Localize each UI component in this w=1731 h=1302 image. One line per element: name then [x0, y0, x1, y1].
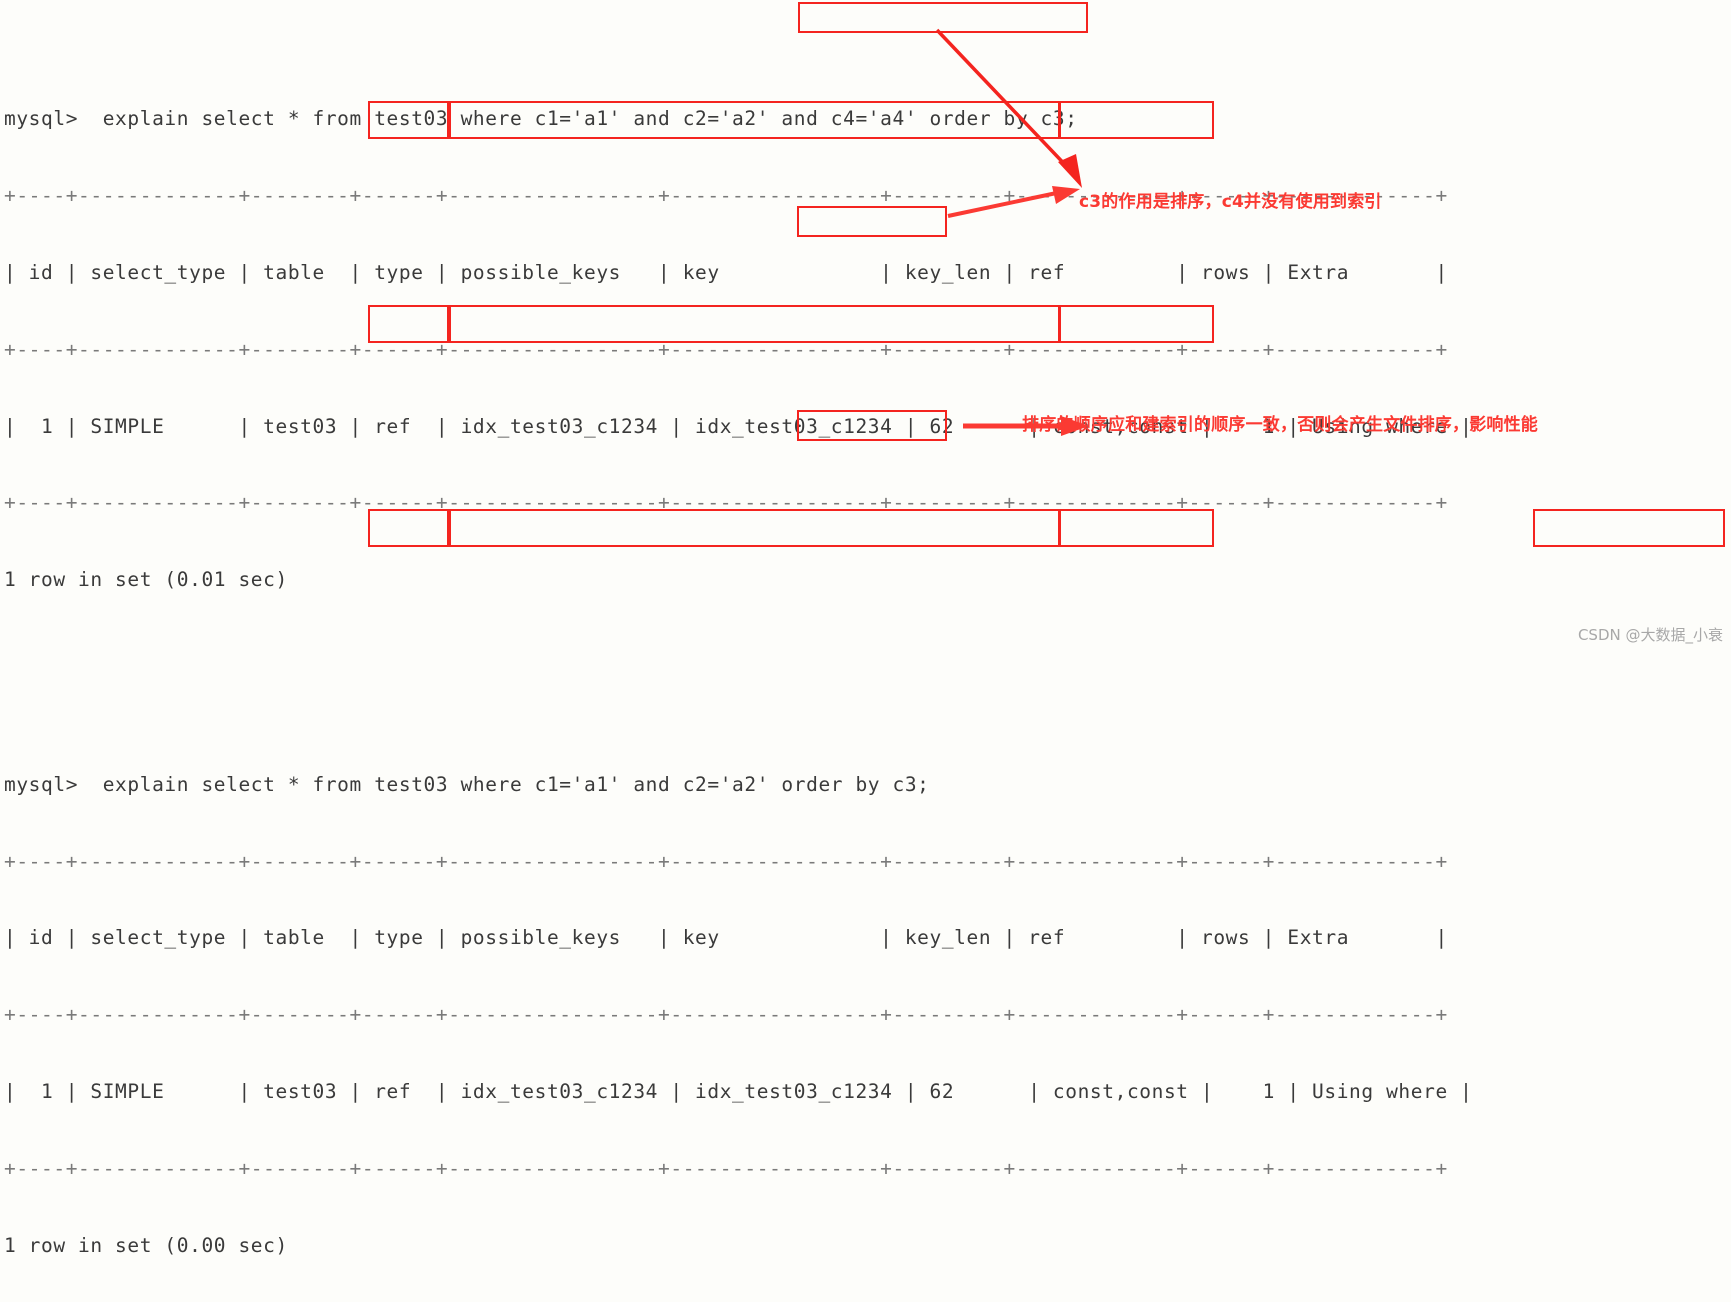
table-separator-top-2: +----+-------------+--------+------+----…	[4, 849, 1448, 873]
result-footer-1: 1 row in set (0.01 sec)	[4, 568, 288, 592]
table-data-row-2: | 1 | SIMPLE | test03 | ref | idx_test03…	[4, 1079, 1473, 1103]
csdn-watermark: CSDN @大数据_小衰	[1577, 626, 1723, 644]
terminal-output: mysql> explain select * from test03 wher…	[0, 0, 1731, 1302]
table-header-row-1: | id | select_type | table | type | poss…	[4, 260, 1448, 284]
result-footer-2: 1 row in set (0.00 sec)	[4, 1233, 288, 1257]
sql-query-line-2: mysql> explain select * from test03 wher…	[4, 772, 930, 796]
annotation-note-2: 排序的顺序应和建索引的顺序一致，否则会产生文件排序，影响性能	[1022, 415, 1538, 435]
annotation-note-1: c3的作用是排序，c4并没有使用到索引	[1079, 192, 1382, 212]
sql-query-line-1: mysql> explain select * from test03 wher…	[4, 107, 1078, 131]
table-separator-top-1: +----+-------------+--------+------+----…	[4, 184, 1448, 208]
table-separator-mid-1: +----+-------------+--------+------+----…	[4, 337, 1448, 361]
table-header-row-2: | id | select_type | table | type | poss…	[4, 926, 1448, 950]
table-separator-bottom-1: +----+-------------+--------+------+----…	[4, 491, 1448, 515]
table-separator-bottom-2: +----+-------------+--------+------+----…	[4, 1156, 1448, 1180]
table-separator-mid-2: +----+-------------+--------+------+----…	[4, 1003, 1448, 1027]
